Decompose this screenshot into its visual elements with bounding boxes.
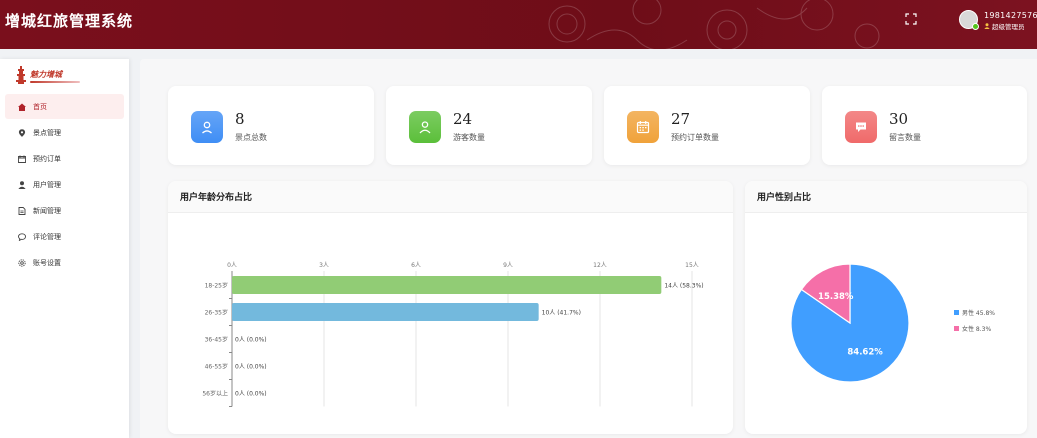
stat-icon-box xyxy=(409,111,441,143)
stat-value: 8 xyxy=(235,110,245,128)
sidebar-item-2[interactable]: 预约订单 xyxy=(5,146,124,171)
pie-slice-label: 84.62% xyxy=(847,348,883,358)
data-label: 10人 (41.7%) xyxy=(542,310,581,317)
home-icon xyxy=(18,103,26,111)
x-tick-label: 3人 xyxy=(319,262,329,269)
sidebar-item-label: 首页 xyxy=(33,102,47,111)
sidebar-item-label: 账号设置 xyxy=(33,258,61,267)
comment-icon xyxy=(856,122,866,132)
y-tick-label: 46-55岁 xyxy=(205,363,228,371)
sidebar: 魅力增城 首页景点管理预约订单用户管理新闻管理评论管理账号设置 xyxy=(0,59,129,438)
logo-underline xyxy=(30,81,80,83)
stat-icon-box xyxy=(845,111,877,143)
stat-value: 27 xyxy=(671,110,691,128)
app-title: 增城红旅管理系统 xyxy=(5,12,134,30)
location-icon xyxy=(18,128,26,137)
stat-card-visitors: 24 游客数量 xyxy=(386,86,592,165)
sidebar-item-0[interactable]: 首页 xyxy=(5,94,124,119)
sidebar-item-label: 用户管理 xyxy=(33,180,61,189)
user-icon xyxy=(984,23,990,29)
user-icon xyxy=(18,180,26,189)
data-label: 0人 (0.0%) xyxy=(235,337,267,344)
gender-distribution-panel: 用户性别占比 84.62% 15.38% 男性 45.8% 女性 8.3% xyxy=(745,181,1027,434)
sidebar-item-4[interactable]: 新闻管理 xyxy=(5,198,124,223)
stat-label: 景点总数 xyxy=(235,133,267,142)
calendar-icon xyxy=(636,121,650,134)
document-icon xyxy=(18,206,26,215)
calendar-icon xyxy=(18,155,26,163)
stat-label: 留言数量 xyxy=(889,133,921,142)
legend-label[interactable]: 女性 8.3% xyxy=(962,325,991,333)
bar[interactable] xyxy=(232,303,539,321)
avatar[interactable] xyxy=(959,10,979,30)
stat-icon-box xyxy=(191,111,223,143)
sidebar-item-label: 预约订单 xyxy=(33,154,61,163)
sidebar-menu: 首页景点管理预约订单用户管理新闻管理评论管理账号设置 xyxy=(5,94,124,276)
user-role: 超级管理员 xyxy=(984,21,1025,31)
stat-card-messages: 30 留言数量 xyxy=(822,86,1027,165)
gender-pie-chart: 84.62% 15.38% 男性 45.8% 女性 8.3% xyxy=(790,263,995,383)
user-icon xyxy=(419,121,431,134)
pie-slice-label: 15.38% xyxy=(818,292,854,302)
age-bar-chart: 0人 3人 6人 9人 12人 15人 18-25岁 14人 (58.3%) 26-35岁 10人… xyxy=(202,262,704,407)
stat-card-orders: 27 预约订单数量 xyxy=(604,86,810,165)
bar[interactable] xyxy=(232,276,662,294)
y-tick-label: 56岁以上 xyxy=(202,390,228,398)
logo-text: 魅力增城 xyxy=(30,69,62,79)
sidebar-item-6[interactable]: 账号设置 xyxy=(5,250,124,275)
stat-value: 24 xyxy=(453,110,473,128)
sidebar-item-1[interactable]: 景点管理 xyxy=(5,120,124,145)
legend-swatch xyxy=(954,310,959,315)
y-tick-label: 36-45岁 xyxy=(205,336,228,344)
online-status-dot xyxy=(972,23,979,30)
data-label: 0人 (0.0%) xyxy=(235,364,267,371)
sidebar-item-5[interactable]: 评论管理 xyxy=(5,224,124,249)
legend-swatch xyxy=(954,326,959,331)
stat-label: 游客数量 xyxy=(453,133,485,142)
location-icon xyxy=(202,121,212,134)
legend-label[interactable]: 男性 45.8% xyxy=(962,309,995,317)
y-tick-label: 18-25岁 xyxy=(205,282,228,290)
user-phone[interactable]: 19814275764 xyxy=(984,11,1037,20)
header-decoration xyxy=(548,0,880,49)
stat-card-attractions: 8 景点总数 xyxy=(168,86,374,165)
x-tick-label: 9人 xyxy=(503,262,513,269)
sidebar-item-label: 新闻管理 xyxy=(33,206,61,215)
stat-label: 预约订单数量 xyxy=(671,133,719,142)
fullscreen-icon[interactable] xyxy=(905,13,917,25)
top-header: 增城红旅管理系统 19814275764 超级管理员 xyxy=(0,0,1037,49)
gear-icon xyxy=(18,258,26,267)
logo: 魅力增城 xyxy=(16,66,82,84)
stat-value: 30 xyxy=(889,110,909,128)
sidebar-item-label: 评论管理 xyxy=(33,232,61,241)
y-tick-label: 26-35岁 xyxy=(205,309,228,317)
data-label: 14人 (58.3%) xyxy=(664,283,703,290)
sidebar-item-3[interactable]: 用户管理 xyxy=(5,172,124,197)
x-tick-label: 12人 xyxy=(593,262,607,269)
comment-icon xyxy=(18,232,26,241)
sidebar-item-label: 景点管理 xyxy=(33,128,61,137)
x-tick-label: 15人 xyxy=(685,262,699,269)
stat-icon-box xyxy=(627,111,659,143)
x-tick-label: 6人 xyxy=(411,262,421,269)
logo-pagoda-icon xyxy=(16,66,26,84)
x-tick-label: 0人 xyxy=(227,262,237,269)
data-label: 0人 (0.0%) xyxy=(235,391,267,398)
age-distribution-panel: 用户年龄分布占比 0人 3人 6人 9人 12人 15人 18-25岁 14人 (58.3%)… xyxy=(168,181,733,434)
user-role-label: 超级管理员 xyxy=(992,23,1025,31)
